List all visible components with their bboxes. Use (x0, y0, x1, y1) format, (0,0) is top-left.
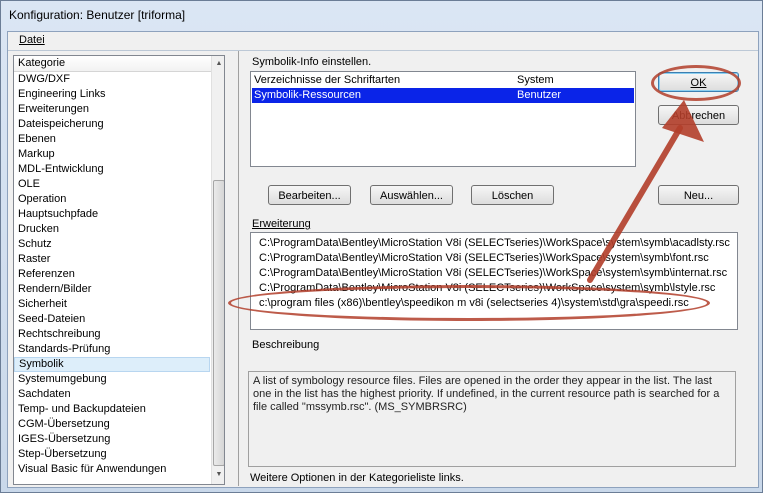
category-item[interactable]: Symbolik (14, 357, 210, 372)
category-item[interactable]: IGES-Übersetzung (14, 432, 224, 447)
beschreibung-box: A list of symbology resource files. File… (248, 371, 736, 467)
category-item[interactable]: Markup (14, 147, 224, 162)
info-row-name: Verzeichnisse der Schriftarten (254, 74, 401, 86)
erweiterung-row[interactable]: C:\ProgramData\Bentley\MicroStation V8i … (259, 236, 730, 251)
path-highlight-ellipse (228, 285, 710, 321)
category-item[interactable]: Step-Übersetzung (14, 447, 224, 462)
category-item[interactable]: Ebenen (14, 132, 224, 147)
category-item[interactable]: Schutz (14, 237, 224, 252)
category-rows: DWG/DXF Engineering Links Erweiterungen Dat… (14, 72, 224, 477)
category-item[interactable]: Operation (14, 192, 224, 207)
category-item[interactable]: MDL-Entwicklung (14, 162, 224, 177)
window-title: Konfiguration: Benutzer [triforma] (9, 8, 186, 22)
neu-button[interactable]: Neu... (658, 185, 739, 205)
info-label: Symbolik-Info einstellen. (252, 56, 372, 68)
title-bar[interactable]: Konfiguration: Benutzer [triforma] (1, 1, 762, 31)
category-item[interactable]: CGM-Übersetzung (14, 417, 224, 432)
abbrechen-button[interactable]: Abbrechen (658, 105, 739, 125)
category-item[interactable]: Standards-Prüfung (14, 342, 224, 357)
erweiterung-row[interactable]: C:\ProgramData\Bentley\MicroStation V8i … (259, 251, 709, 266)
auswaehlen-button-label: Auswählen... (380, 190, 443, 202)
category-item[interactable]: Seed-Dateien (14, 312, 224, 327)
category-header: Kategorie (14, 56, 224, 72)
scroll-up-icon[interactable]: ▲ (213, 57, 224, 71)
loeschen-button-label: Löschen (491, 190, 534, 202)
category-item[interactable]: Sachdaten (14, 387, 224, 402)
info-row-name: Symbolik-Ressourcen (254, 89, 361, 101)
neu-button-label: Neu... (683, 190, 714, 202)
scroll-thumb[interactable] (213, 180, 224, 466)
category-item[interactable]: Temp- und Backupdateien (14, 402, 224, 417)
ok-highlight-ellipse (651, 65, 741, 101)
dialog-client: Datei Kategorie DWG/DXF Engineering Links… (7, 31, 759, 488)
category-scrollbar[interactable]: ▲ ▼ (211, 56, 224, 484)
category-item[interactable]: Engineering Links (14, 87, 224, 102)
bearbeiten-button[interactable]: Bearbeiten... (268, 185, 351, 205)
menu-bar: Datei (8, 32, 758, 51)
erweiterung-label: Erweiterung (252, 218, 311, 230)
bearbeiten-button-label: Bearbeiten... (278, 190, 341, 202)
loeschen-button[interactable]: Löschen (471, 185, 554, 205)
category-item[interactable]: Rechtschreibung (14, 327, 224, 342)
scroll-down-icon[interactable]: ▼ (213, 468, 224, 482)
category-item[interactable]: DWG/DXF (14, 72, 224, 87)
category-item[interactable]: OLE (14, 177, 224, 192)
category-list[interactable]: Kategorie DWG/DXF Engineering Links Erweit… (13, 55, 225, 485)
category-panel: Kategorie DWG/DXF Engineering Links Erweit… (9, 51, 239, 486)
category-item[interactable]: Drucken (14, 222, 224, 237)
category-item[interactable]: Rendern/Bilder (14, 282, 224, 297)
erweiterung-row[interactable]: C:\ProgramData\Bentley\MicroStation V8i … (259, 266, 727, 281)
category-item[interactable]: Hauptsuchpfade (14, 207, 224, 222)
category-item[interactable]: Sicherheit (14, 297, 224, 312)
category-item[interactable]: Raster (14, 252, 224, 267)
info-row[interactable]: Verzeichnisse der Schriftarten System (252, 73, 634, 88)
auswaehlen-button[interactable]: Auswählen... (370, 185, 453, 205)
info-list[interactable]: Verzeichnisse der Schriftarten System Sy… (250, 71, 636, 167)
category-item[interactable]: Systemumgebung (14, 372, 224, 387)
category-item[interactable]: Visual Basic für Anwendungen (14, 462, 224, 477)
abbrechen-button-label: Abbrechen (671, 110, 726, 122)
beschreibung-label: Beschreibung (252, 339, 320, 351)
beschreibung-text: A list of symbology resource files. File… (253, 375, 720, 413)
category-item[interactable]: Dateispeicherung (14, 117, 224, 132)
info-row-selected[interactable]: Symbolik-Ressourcen Benutzer (252, 88, 634, 103)
category-item[interactable]: Referenzen (14, 267, 224, 282)
menu-datei[interactable]: Datei (19, 34, 45, 46)
category-item[interactable]: Erweiterungen (14, 102, 224, 117)
info-row-level: System (517, 74, 554, 86)
config-window: Konfiguration: Benutzer [triforma] Datei… (0, 0, 763, 493)
info-row-level: Benutzer (517, 89, 562, 101)
footer-hint: Weitere Optionen in der Kategorieliste l… (250, 472, 464, 484)
